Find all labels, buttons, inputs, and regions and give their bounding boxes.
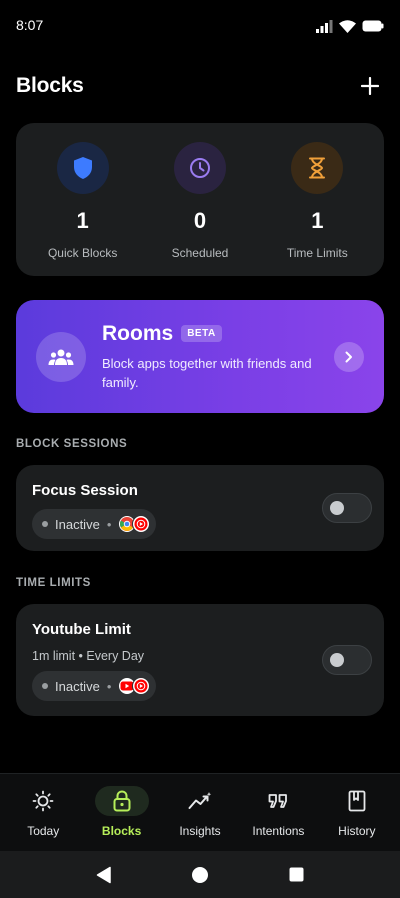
youtube-limit-card[interactable]: Youtube Limit 1m limit • Every Day Inact… [16,604,384,716]
nav-label: History [338,824,376,838]
status-bar: 8:07 [0,0,400,52]
add-block-button[interactable] [356,72,384,100]
app-icons [118,677,151,695]
header: Blocks [16,68,384,104]
status-pill: Inactive • [32,671,157,701]
trend-icon [173,786,227,816]
card-title: Focus Session [32,482,138,499]
youtube-music-icon [132,515,151,533]
separator: • [106,678,112,694]
rooms-description: Block apps together with friends and fam… [102,355,312,390]
section-label-block-sessions: BLOCK SESSIONS [16,438,128,450]
chevron-right-icon [345,351,352,362]
back-button[interactable] [89,860,119,890]
stat-scheduled[interactable]: 0 Scheduled [145,123,255,276]
stat-label: Time Limits [286,246,348,260]
beta-badge: BETA [181,325,222,342]
youtube-music-icon [132,677,151,695]
focus-session-toggle[interactable] [322,493,372,523]
bottom-nav: Today Blocks Insights Intentions History [0,773,400,851]
lock-icon [94,786,149,816]
shield-icon [56,142,109,194]
people-icon [36,331,86,382]
nav-item-insights[interactable]: Insights [161,774,239,851]
stat-value: 1 [76,208,89,233]
system-nav [0,851,400,898]
clock-icon [173,142,226,194]
home-button[interactable] [185,860,215,890]
nav-item-blocks[interactable]: Blocks [82,774,160,851]
page-title: Blocks [16,74,84,97]
status-dot [42,683,48,689]
youtube-limit-toggle[interactable] [322,645,372,675]
toggle-knob [330,653,344,667]
rooms-title: Rooms [102,321,174,345]
card-subtitle: 1m limit • Every Day [32,649,145,663]
focus-session-card[interactable]: Focus Session Inactive • [16,465,384,551]
sun-icon [16,786,70,816]
rooms-text: Rooms BETA Block apps together with frie… [102,322,334,392]
stat-label: Quick Blocks [47,246,118,260]
home-circle-icon [192,866,208,883]
quote-icon [251,786,305,816]
status-icons [316,19,384,33]
toggle-knob [330,501,344,515]
wifi-icon [339,19,356,33]
recents-square-icon [289,867,303,882]
stat-quick-blocks[interactable]: 1 Quick Blocks [28,123,138,276]
separator: • [106,516,112,532]
nav-item-intentions[interactable]: Intentions [239,774,317,851]
status-pill: Inactive • [32,509,157,539]
section-label-time-limits: TIME LIMITS [16,577,91,589]
stat-value: 0 [193,208,207,233]
rooms-open-button[interactable] [334,341,364,372]
stat-label: Scheduled [171,246,229,260]
hourglass-icon [291,142,344,194]
signal-icon [316,19,333,33]
card-title: Youtube Limit [32,621,131,638]
rooms-card[interactable]: Rooms BETA Block apps together with frie… [16,300,384,413]
nav-item-today[interactable]: Today [4,774,82,851]
nav-label: Intentions [252,824,305,838]
book-icon [330,786,384,816]
nav-item-history[interactable]: History [318,774,396,851]
status-time: 8:07 [16,17,44,33]
nav-label: Blocks [101,824,142,838]
battery-icon [362,20,384,32]
status-text: Inactive [55,678,100,694]
plus-icon [361,77,379,95]
nav-label: Today [27,824,60,838]
status-dot [42,521,48,527]
status-text: Inactive [55,516,100,532]
back-triangle-icon [96,866,111,883]
recents-button[interactable] [281,860,311,890]
rooms-title-row: Rooms BETA [102,322,334,346]
app-icons [118,515,151,533]
nav-label: Insights [179,824,221,838]
stat-time-limits[interactable]: 1 Time Limits [262,123,372,276]
stats-card: 1 Quick Blocks 0 Scheduled 1 Time Limits [16,123,384,276]
stat-value: 1 [311,208,324,233]
